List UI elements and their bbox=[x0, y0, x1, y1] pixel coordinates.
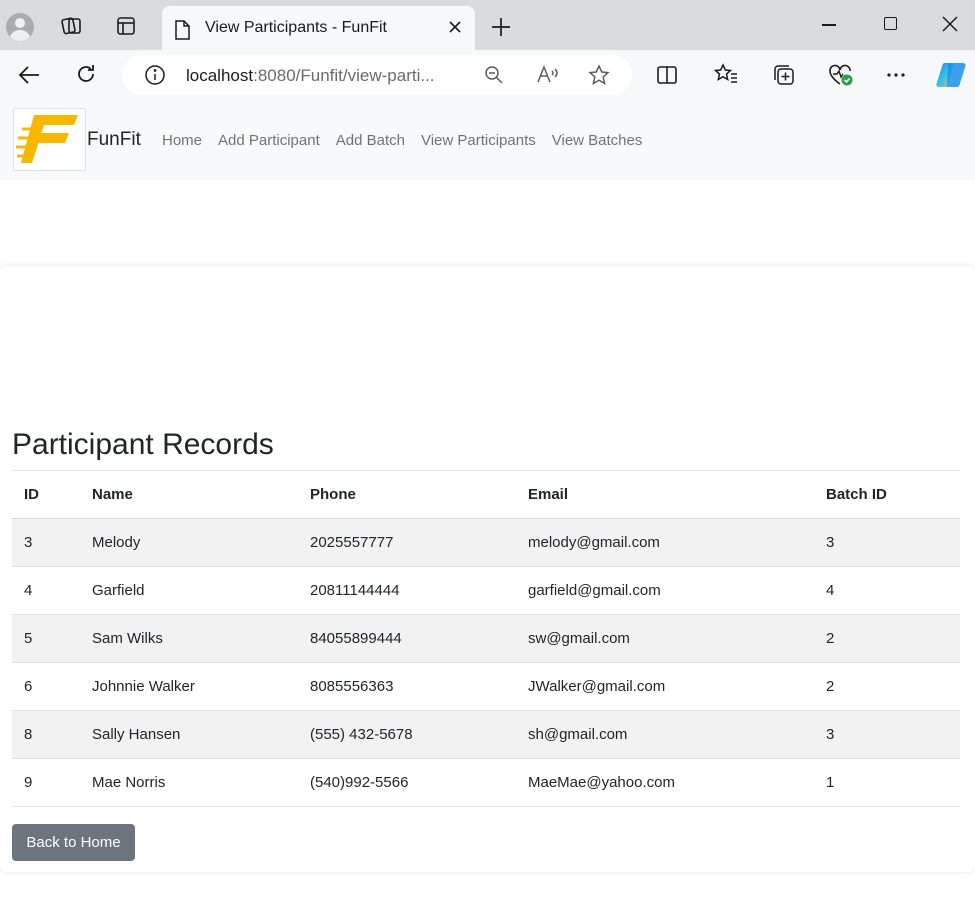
maximize-icon[interactable] bbox=[884, 17, 897, 30]
minimize-icon[interactable] bbox=[822, 24, 836, 26]
table-row: 9 Mae Norris (540)992-5566 MaeMae@yahoo.… bbox=[12, 758, 960, 807]
cell-batch-id: 3 bbox=[814, 710, 960, 759]
cell-email: melody@gmail.com bbox=[516, 518, 814, 567]
site-navbar: FunFit Home Add Participant Add Batch Vi… bbox=[0, 100, 975, 180]
nav-link-view-participants[interactable]: View Participants bbox=[421, 132, 536, 149]
header-name: Name bbox=[80, 470, 298, 519]
table-row: 8 Sally Hansen (555) 432-5678 sh@gmail.c… bbox=[12, 710, 960, 759]
url-text[interactable]: localhost:8080/Funfit/view-parti... bbox=[186, 66, 435, 86]
header-email: Email bbox=[516, 470, 814, 519]
cell-phone: (555) 432-5678 bbox=[298, 710, 516, 759]
collections-icon[interactable] bbox=[772, 63, 796, 87]
cell-id: 6 bbox=[12, 662, 80, 711]
split-screen-icon[interactable] bbox=[656, 64, 678, 86]
header-batch-id: Batch ID bbox=[814, 470, 960, 519]
cell-name: Mae Norris bbox=[80, 758, 298, 807]
refresh-icon[interactable] bbox=[75, 63, 97, 85]
nav-links: Home Add Participant Add Batch View Part… bbox=[162, 132, 658, 149]
tab-actions-icon[interactable] bbox=[116, 16, 136, 36]
browser-tab-active[interactable]: View Participants - FunFit bbox=[162, 6, 475, 50]
cell-phone: 20811144444 bbox=[298, 566, 516, 615]
cell-name: Garfield bbox=[80, 566, 298, 615]
browser-tabstrip: View Participants - FunFit bbox=[0, 0, 975, 50]
favorites-icon[interactable] bbox=[714, 63, 738, 85]
back-to-home-button[interactable]: Back to Home bbox=[12, 824, 135, 861]
funfit-logo-icon[interactable] bbox=[13, 108, 86, 171]
read-aloud-icon[interactable] bbox=[536, 64, 560, 86]
favorite-icon[interactable] bbox=[588, 64, 610, 86]
cell-email: MaeMae@yahoo.com bbox=[516, 758, 814, 807]
window-close-icon[interactable] bbox=[942, 16, 958, 32]
brand-name[interactable]: FunFit bbox=[87, 129, 141, 151]
close-icon[interactable] bbox=[447, 19, 463, 35]
new-tab-icon[interactable] bbox=[490, 16, 512, 38]
cell-email: garfield@gmail.com bbox=[516, 566, 814, 615]
cell-phone: 2025557777 bbox=[298, 518, 516, 567]
nav-link-add-batch[interactable]: Add Batch bbox=[336, 132, 405, 149]
cell-phone: 84055899444 bbox=[298, 614, 516, 663]
copilot-icon[interactable] bbox=[935, 59, 967, 91]
header-phone: Phone bbox=[298, 470, 516, 519]
nav-link-home[interactable]: Home bbox=[162, 132, 202, 149]
cell-batch-id: 2 bbox=[814, 614, 960, 663]
table-row: 3 Melody 2025557777 melody@gmail.com 3 bbox=[12, 518, 960, 567]
table-header-row: ID Name Phone Email Batch ID bbox=[12, 470, 960, 519]
info-icon[interactable] bbox=[144, 64, 166, 86]
back-icon[interactable] bbox=[17, 64, 41, 86]
document-icon bbox=[174, 20, 190, 45]
cell-email: sw@gmail.com bbox=[516, 614, 814, 663]
cell-id: 8 bbox=[12, 710, 80, 759]
cell-email: sh@gmail.com bbox=[516, 710, 814, 759]
cell-id: 3 bbox=[12, 518, 80, 567]
cell-name: Melody bbox=[80, 518, 298, 567]
cell-name: Johnnie Walker bbox=[80, 662, 298, 711]
cell-id: 4 bbox=[12, 566, 80, 615]
cell-id: 9 bbox=[12, 758, 80, 807]
nav-link-view-batches[interactable]: View Batches bbox=[552, 132, 643, 149]
zoom-icon[interactable] bbox=[484, 65, 504, 85]
more-icon[interactable] bbox=[886, 73, 906, 77]
header-id: ID bbox=[12, 470, 80, 519]
page-title: Participant Records bbox=[12, 428, 274, 461]
address-bar[interactable]: localhost:8080/Funfit/view-parti... bbox=[122, 55, 632, 95]
table-row: 5 Sam Wilks 84055899444 sw@gmail.com 2 bbox=[12, 614, 960, 663]
table-row: 4 Garfield 20811144444 garfield@gmail.co… bbox=[12, 566, 960, 615]
cell-id: 5 bbox=[12, 614, 80, 663]
cell-phone: 8085556363 bbox=[298, 662, 516, 711]
browser-essentials-icon[interactable] bbox=[828, 63, 854, 87]
cell-batch-id: 1 bbox=[814, 758, 960, 807]
cell-name: Sally Hansen bbox=[80, 710, 298, 759]
tab-title: View Participants - FunFit bbox=[205, 19, 387, 36]
cell-batch-id: 4 bbox=[814, 566, 960, 615]
workspaces-icon[interactable] bbox=[60, 15, 84, 37]
cell-batch-id: 2 bbox=[814, 662, 960, 711]
nav-link-add-participant[interactable]: Add Participant bbox=[218, 132, 320, 149]
table-row: 6 Johnnie Walker 8085556363 JWalker@gmai… bbox=[12, 662, 960, 711]
browser-toolbar: localhost:8080/Funfit/view-parti... bbox=[0, 50, 975, 100]
cell-email: JWalker@gmail.com bbox=[516, 662, 814, 711]
profile-icon[interactable] bbox=[6, 13, 34, 41]
cell-batch-id: 3 bbox=[814, 518, 960, 567]
content-card: Participant Records ID Name Phone Email … bbox=[0, 266, 975, 872]
cell-name: Sam Wilks bbox=[80, 614, 298, 663]
participant-table: ID Name Phone Email Batch ID 3 Melody 20… bbox=[12, 470, 960, 807]
cell-phone: (540)992-5566 bbox=[298, 758, 516, 807]
